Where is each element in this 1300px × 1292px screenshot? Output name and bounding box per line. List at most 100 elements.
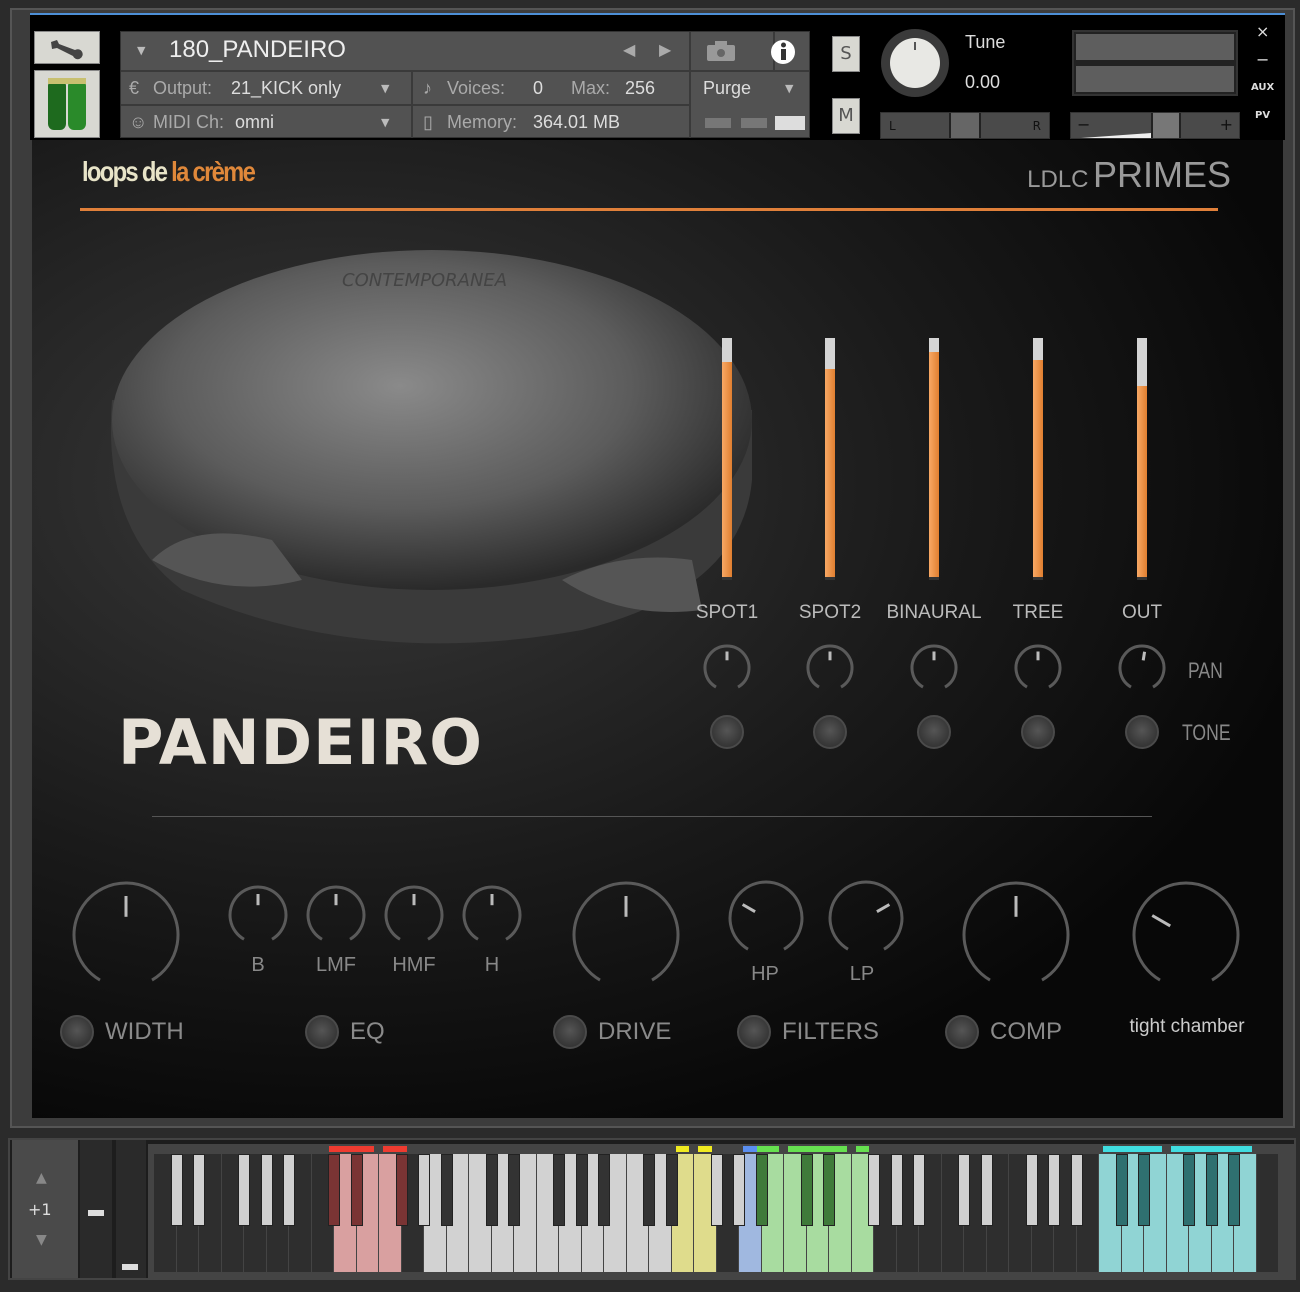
pan-knob-binaural[interactable] (908, 642, 960, 694)
filters-toggle[interactable] (737, 1015, 771, 1049)
black-key[interactable] (1183, 1154, 1195, 1226)
width-toggle[interactable] (60, 1015, 94, 1049)
mod-wheel[interactable] (116, 1140, 146, 1278)
black-key[interactable] (1025, 1154, 1038, 1226)
eq-knob-lmf[interactable] (304, 883, 368, 947)
drive-knob[interactable] (570, 879, 682, 991)
midi-caret[interactable]: ▼ (381, 116, 389, 129)
purge-menu[interactable]: Purge (703, 78, 751, 99)
pitch-wheel[interactable] (80, 1140, 112, 1278)
eq-knob-b[interactable] (226, 883, 290, 947)
fader-tree[interactable] (1033, 338, 1043, 580)
volume-slider[interactable]: − + (1070, 112, 1240, 139)
prev-arrow-icon[interactable]: ◀ (623, 40, 635, 59)
black-key[interactable] (913, 1154, 925, 1226)
volume-slider-handle[interactable] (1151, 113, 1181, 138)
aux-button[interactable]: AUX (1251, 82, 1274, 93)
black-key[interactable] (440, 1154, 453, 1226)
purge-caret[interactable]: ▼ (785, 82, 793, 95)
width-knob[interactable] (70, 879, 182, 991)
lp-knob[interactable] (826, 878, 906, 958)
black-key[interactable] (283, 1154, 295, 1226)
view-mode-2[interactable] (741, 118, 767, 128)
white-key[interactable] (1256, 1154, 1278, 1272)
black-key[interactable] (643, 1154, 655, 1226)
tone-button-tree[interactable] (1021, 715, 1055, 749)
comp-knob[interactable] (960, 879, 1072, 991)
black-key[interactable] (665, 1154, 678, 1226)
black-key[interactable] (1115, 1154, 1128, 1226)
view-mode-1[interactable] (705, 118, 731, 128)
black-key[interactable] (598, 1154, 610, 1226)
fader-spot2[interactable] (825, 338, 835, 580)
black-key[interactable] (1138, 1154, 1150, 1226)
midi-channel-select[interactable]: omni (235, 112, 274, 133)
black-key[interactable] (1048, 1154, 1060, 1226)
pv-button[interactable]: PV (1255, 110, 1270, 121)
black-key[interactable] (553, 1154, 565, 1226)
black-key[interactable] (710, 1154, 723, 1226)
black-key[interactable] (193, 1154, 205, 1226)
black-key[interactable] (800, 1154, 813, 1226)
close-button[interactable]: × (1256, 22, 1269, 41)
pan-slider-handle[interactable] (949, 113, 981, 138)
fader-out[interactable] (1137, 338, 1147, 580)
wrench-button[interactable] (34, 31, 100, 64)
octave-down-icon[interactable]: ▼ (36, 1232, 47, 1248)
camera-icon[interactable] (705, 40, 737, 62)
minimize-button[interactable]: − (1256, 50, 1269, 69)
drive-toggle[interactable] (553, 1015, 587, 1049)
pan-knob-out[interactable] (1116, 642, 1168, 694)
pan-knob-tree[interactable] (1012, 642, 1064, 694)
black-key[interactable] (418, 1154, 430, 1226)
black-key[interactable] (1070, 1154, 1083, 1226)
pan-slider[interactable]: L R (880, 112, 1050, 139)
black-key[interactable] (170, 1154, 183, 1226)
output-caret[interactable]: ▼ (381, 82, 389, 95)
black-key[interactable] (890, 1154, 903, 1226)
fader-binaural[interactable] (929, 338, 939, 580)
eq-toggle[interactable] (305, 1015, 339, 1049)
tone-button-out[interactable] (1125, 715, 1159, 749)
black-key[interactable] (485, 1154, 498, 1226)
comp-toggle[interactable] (945, 1015, 979, 1049)
tone-button-spot2[interactable] (813, 715, 847, 749)
tune-knob[interactable] (880, 28, 950, 98)
eq-knob-hmf[interactable] (382, 883, 446, 947)
view-mode-3[interactable] (775, 116, 805, 130)
next-arrow-icon[interactable]: ▶ (659, 40, 671, 59)
black-key[interactable] (1205, 1154, 1218, 1226)
tone-button-binaural[interactable] (917, 715, 951, 749)
output-select[interactable]: 21_KICK only (231, 78, 341, 99)
max-voices-value[interactable]: 256 (625, 78, 655, 99)
mute-button[interactable]: M (832, 98, 860, 134)
instrument-name[interactable]: 180_PANDEIRO (169, 36, 346, 64)
black-key[interactable] (868, 1154, 880, 1226)
fader-spot1[interactable] (722, 338, 732, 580)
black-key[interactable] (328, 1154, 340, 1226)
instrument-icon-button[interactable] (34, 70, 100, 138)
black-key[interactable] (260, 1154, 273, 1226)
pan-knob-spot1[interactable] (701, 642, 753, 694)
reverb-knob[interactable] (1130, 879, 1242, 991)
info-icon[interactable] (769, 38, 797, 66)
black-key[interactable] (980, 1154, 993, 1226)
solo-button[interactable]: S (832, 36, 860, 72)
tone-button-spot1[interactable] (710, 715, 744, 749)
black-key[interactable] (755, 1154, 768, 1226)
hp-knob[interactable] (726, 878, 806, 958)
black-key[interactable] (238, 1154, 250, 1226)
black-key[interactable] (733, 1154, 745, 1226)
black-key[interactable] (350, 1154, 363, 1226)
black-key[interactable] (395, 1154, 408, 1226)
reverb-preset-label[interactable]: tight chamber (1112, 1016, 1262, 1038)
eq-knob-h[interactable] (460, 883, 524, 947)
black-key[interactable] (1228, 1154, 1240, 1226)
instrument-menu-caret[interactable]: ▼ (137, 44, 145, 57)
black-key[interactable] (508, 1154, 520, 1226)
black-key[interactable] (823, 1154, 835, 1226)
octave-up-icon[interactable]: ▲ (36, 1170, 47, 1186)
black-key[interactable] (575, 1154, 588, 1226)
pan-knob-spot2[interactable] (804, 642, 856, 694)
black-key[interactable] (958, 1154, 970, 1226)
